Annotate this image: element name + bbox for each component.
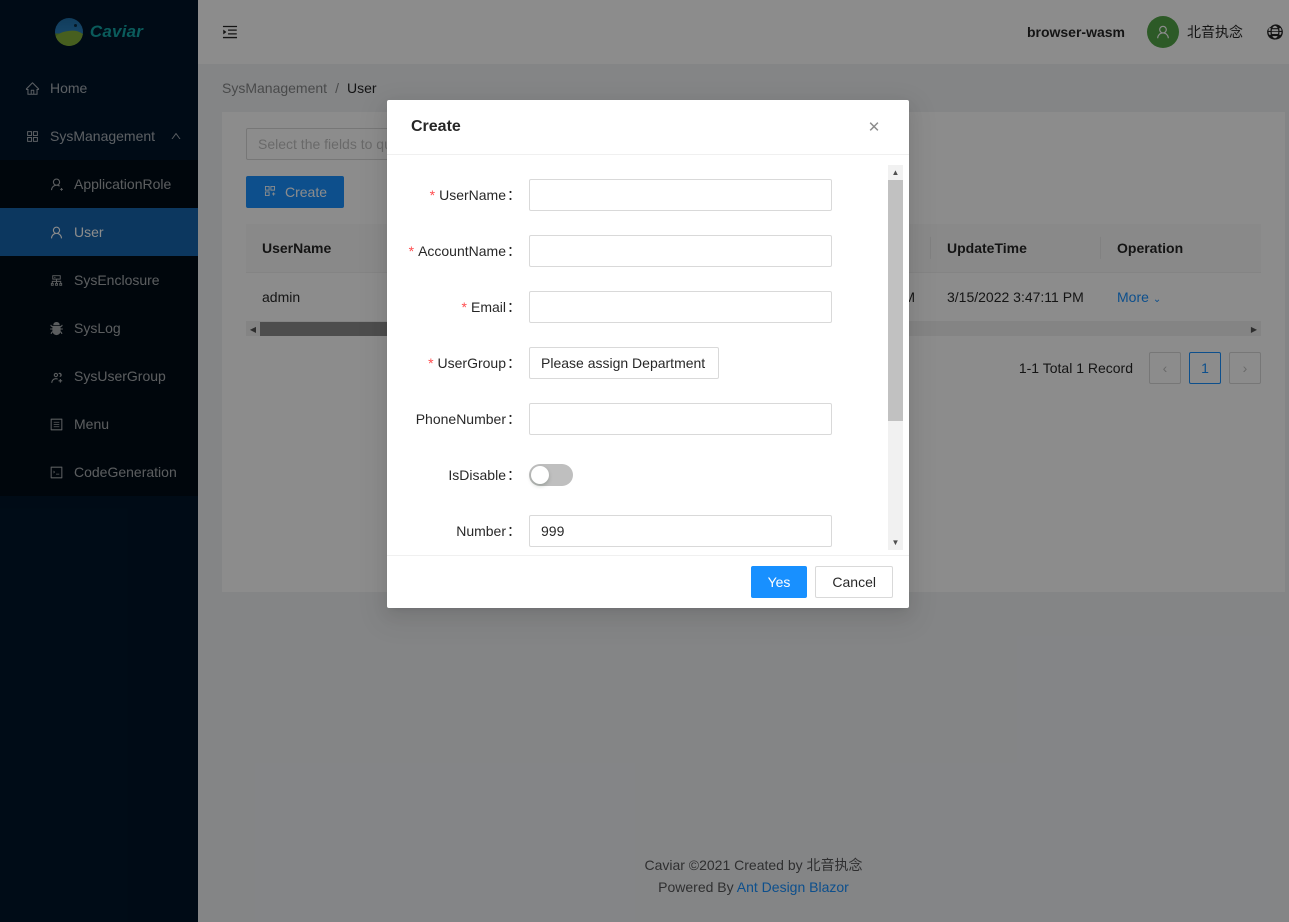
label-number: Number： [387, 515, 529, 547]
label-text: UserGroup [437, 355, 506, 371]
create-user-modal: Create ✕ * UserName： * AccountName： * Em… [387, 100, 909, 608]
cancel-button[interactable]: Cancel [815, 566, 893, 598]
required-mark: * [461, 299, 467, 315]
triangle-down-icon[interactable]: ▼ [888, 535, 903, 550]
control-phonenumber [529, 403, 885, 435]
required-mark: * [428, 355, 434, 371]
control-number [529, 515, 885, 547]
modal-body: * UserName： * AccountName： * Email： * Us… [387, 155, 909, 555]
form-row-isdisable: IsDisable： [387, 459, 885, 491]
label-colon: ： [507, 411, 521, 427]
label-text: PhoneNumber [415, 411, 506, 427]
label-text: UserName [439, 187, 506, 203]
required-mark: * [408, 243, 415, 259]
username-input[interactable] [529, 179, 832, 211]
label-email: * Email： [387, 291, 529, 323]
label-text: AccountName [418, 243, 506, 259]
label-phonenumber: PhoneNumber： [387, 403, 529, 435]
modal-vertical-scrollbar[interactable]: ▲ ▼ [888, 165, 903, 550]
modal-title: Create [411, 118, 461, 135]
label-colon: ： [507, 467, 521, 483]
control-usergroup: Please assign Department [529, 347, 885, 379]
app-root: Caviar Home SysManagement ApplicationRol… [0, 0, 1289, 922]
label-accountname: * AccountName： [387, 235, 529, 267]
modal-footer: Yes Cancel [387, 555, 909, 608]
accountname-input[interactable] [529, 235, 832, 267]
label-text: IsDisable [448, 467, 506, 483]
required-mark: * [429, 187, 436, 203]
close-icon[interactable]: ✕ [863, 116, 885, 138]
control-email [529, 291, 885, 323]
scrollbar-track[interactable] [888, 180, 903, 535]
control-username [529, 179, 885, 211]
form-row-phonenumber: PhoneNumber： [387, 403, 885, 435]
control-accountname [529, 235, 885, 267]
modal-header: Create ✕ [387, 100, 909, 155]
form-row-number: Number： [387, 515, 885, 547]
confirm-button[interactable]: Yes [750, 566, 808, 598]
label-text: Email [470, 299, 506, 315]
triangle-up-icon[interactable]: ▲ [888, 165, 903, 180]
label-colon: ： [507, 523, 521, 539]
isdisable-toggle[interactable] [529, 464, 573, 486]
form-row-accountname: * AccountName： [387, 235, 885, 267]
control-isdisable [529, 459, 885, 486]
scrollbar-thumb[interactable] [888, 180, 903, 422]
usergroup-select[interactable]: Please assign Department [529, 347, 719, 379]
label-usergroup: * UserGroup： [387, 347, 529, 379]
label-colon: ： [507, 299, 521, 315]
label-colon: ： [507, 187, 521, 203]
number-input[interactable] [529, 515, 832, 547]
form-row-usergroup: * UserGroup： Please assign Department [387, 347, 885, 379]
label-colon: ： [507, 355, 521, 371]
label-text: Number [456, 523, 506, 539]
toggle-knob [531, 466, 549, 484]
label-colon: ： [507, 243, 521, 259]
form-row-username: * UserName： [387, 179, 885, 211]
phonenumber-input[interactable] [529, 403, 832, 435]
form-row-email: * Email： [387, 291, 885, 323]
email-input[interactable] [529, 291, 832, 323]
modal-form: * UserName： * AccountName： * Email： * Us… [387, 179, 885, 555]
label-username: * UserName： [387, 179, 529, 211]
label-isdisable: IsDisable： [387, 459, 529, 491]
